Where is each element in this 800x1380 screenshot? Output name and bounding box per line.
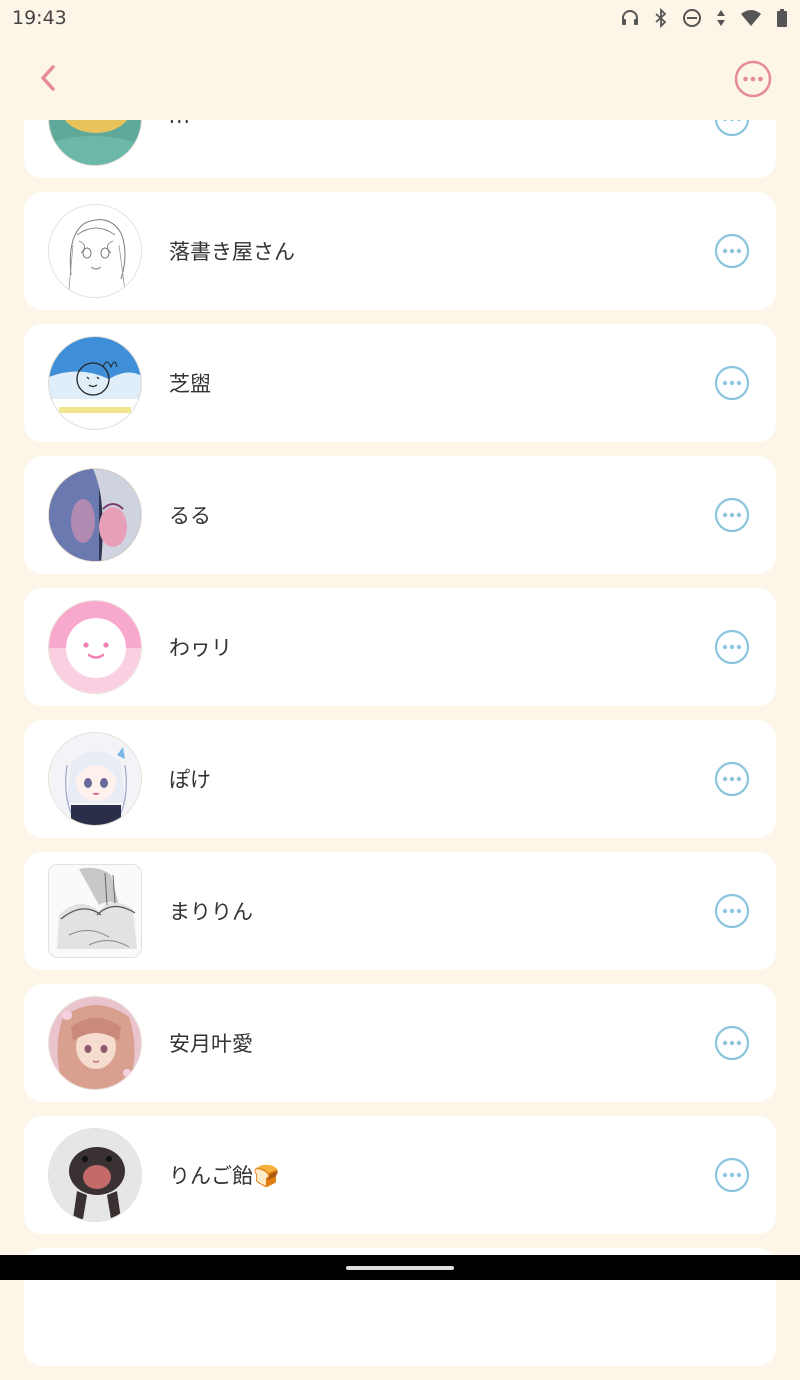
chevron-left-icon xyxy=(41,65,55,91)
user-row[interactable]: るる xyxy=(24,456,776,574)
more-options-button[interactable] xyxy=(714,497,750,533)
user-row[interactable]: 芝盥 xyxy=(24,324,776,442)
wifi-icon xyxy=(741,10,761,26)
avatar-sky-doodle xyxy=(49,337,141,429)
user-name: るる xyxy=(169,504,211,528)
user-name: わヮリ xyxy=(169,636,232,660)
home-gesture-handle[interactable] xyxy=(346,1266,454,1270)
user-name: りんご飴🍞 xyxy=(169,1164,280,1188)
user-name: ぽけ xyxy=(169,768,211,792)
avatar-line-drawing xyxy=(49,205,141,297)
user-row[interactable]: 安月叶愛 xyxy=(24,984,776,1102)
user-row[interactable]: ぽけ xyxy=(24,720,776,838)
avatar-dark-illustration xyxy=(49,469,141,561)
do-not-disturb-icon xyxy=(683,9,701,27)
avatar[interactable] xyxy=(48,996,142,1090)
avatar[interactable] xyxy=(48,732,142,826)
more-options-button[interactable] xyxy=(714,761,750,797)
user-row[interactable]: 落書き屋さん xyxy=(24,192,776,310)
user-name: 落書き屋さん xyxy=(169,240,295,264)
more-options-button[interactable] xyxy=(714,233,750,269)
more-options-button[interactable] xyxy=(714,1025,750,1061)
user-row[interactable]: りんご飴🍞 xyxy=(24,1116,776,1234)
user-name: 安月叶愛 xyxy=(169,1032,253,1056)
avatar[interactable] xyxy=(48,468,142,562)
user-name: まりりん xyxy=(169,900,253,924)
avatar[interactable] xyxy=(48,336,142,430)
system-navigation-bar xyxy=(0,1255,800,1280)
back-button[interactable] xyxy=(30,60,66,96)
avatar[interactable] xyxy=(48,600,142,694)
user-list: m 落書き屋さん xyxy=(24,60,776,1380)
avatar[interactable] xyxy=(48,1128,142,1222)
avatar[interactable] xyxy=(48,864,142,958)
data-arrows-icon xyxy=(717,10,725,26)
user-name: 芝盥 xyxy=(169,372,211,396)
header-bar xyxy=(0,36,800,120)
header-more-button[interactable] xyxy=(734,60,772,98)
avatar-dark-animal xyxy=(49,1129,141,1221)
battery-icon xyxy=(777,9,787,27)
avatar[interactable] xyxy=(48,204,142,298)
bluetooth-icon xyxy=(655,8,667,28)
headphones-icon xyxy=(622,10,638,25)
user-row[interactable]: まりりん xyxy=(24,852,776,970)
avatar-chibi-girl xyxy=(49,733,141,825)
more-options-button[interactable] xyxy=(714,629,750,665)
status-time: 19:43 xyxy=(12,7,67,29)
avatar-pink-anime-girl xyxy=(49,997,141,1089)
more-options-button[interactable] xyxy=(714,365,750,401)
avatar-sketch-hands xyxy=(49,865,141,957)
user-row[interactable]: わヮリ xyxy=(24,588,776,706)
avatar-pink-face xyxy=(49,601,141,693)
more-options-button[interactable] xyxy=(714,893,750,929)
more-options-button[interactable] xyxy=(714,1157,750,1193)
status-bar: 19:43 xyxy=(0,0,800,36)
status-icons xyxy=(620,8,788,28)
